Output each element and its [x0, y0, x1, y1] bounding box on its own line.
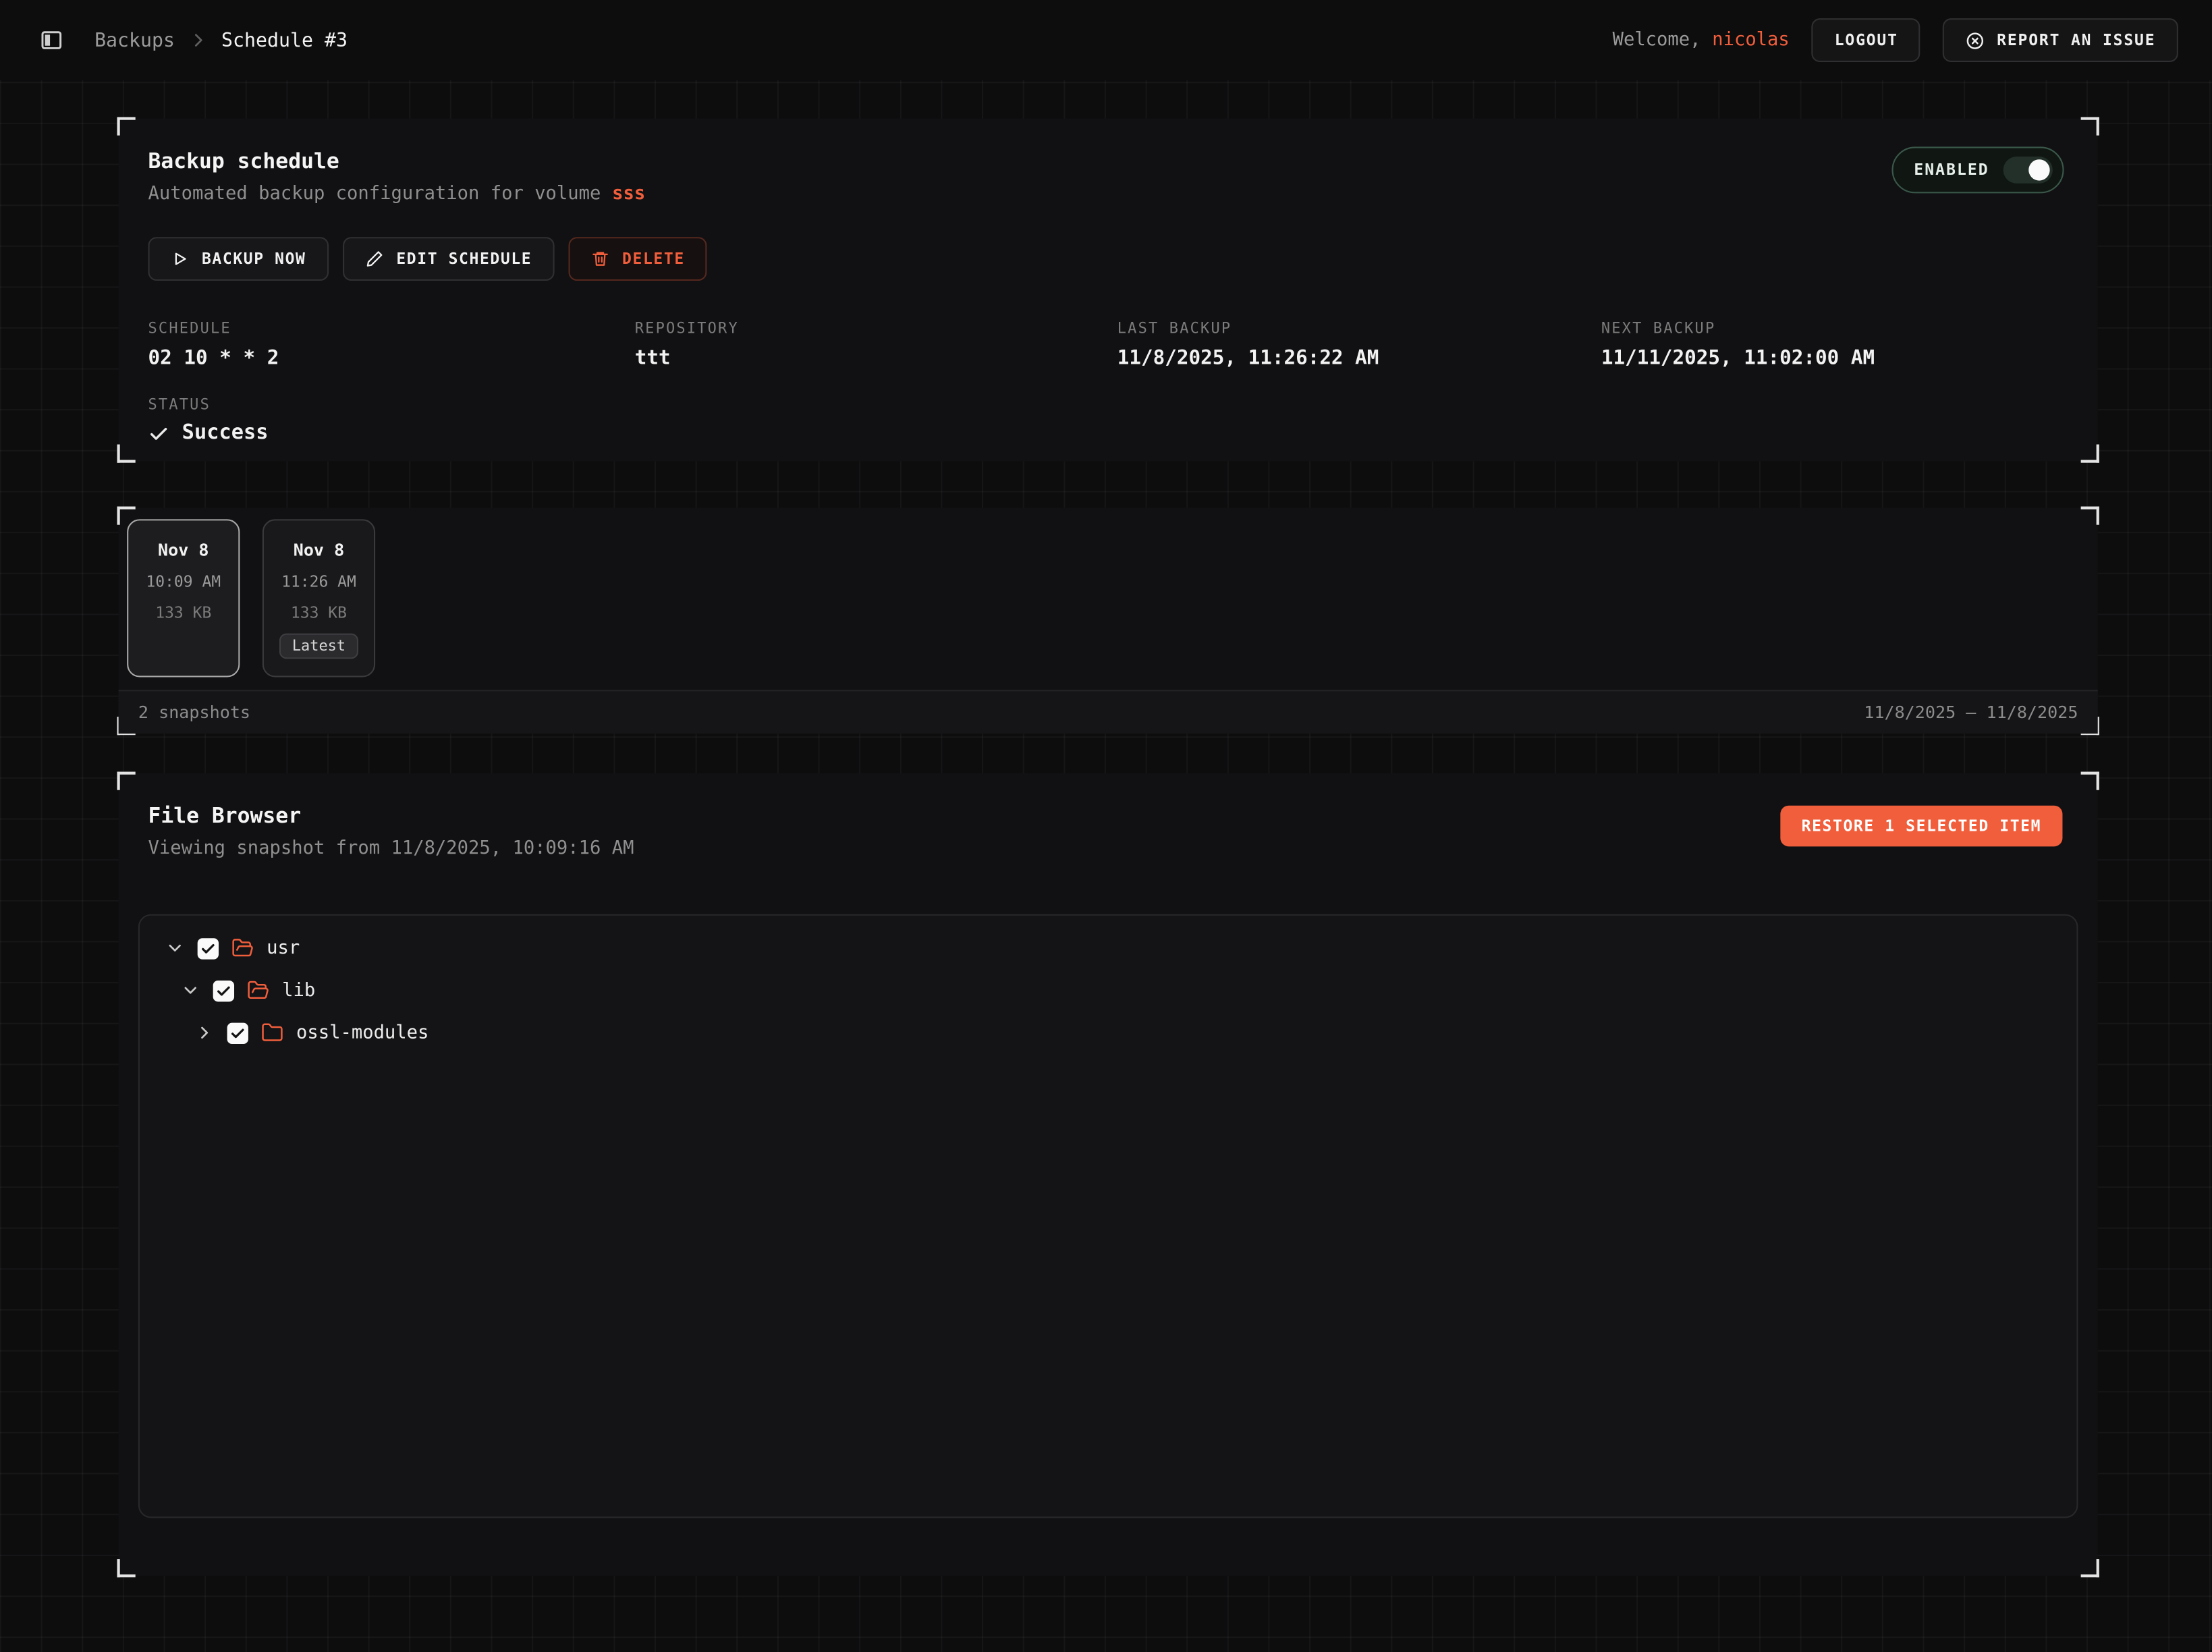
page: Backups Schedule #3 Welcome, nicolas LOGO…: [0, 0, 2212, 1652]
snapshot-date: Nov 8: [294, 541, 345, 560]
folder-open-icon: [247, 979, 269, 1001]
delete-button[interactable]: DELETE: [569, 237, 708, 281]
snapshot-size: 133 KB: [291, 604, 347, 622]
status-label: STATUS: [148, 396, 2068, 413]
panel-subtitle: Automated backup configuration for volum…: [148, 184, 2068, 204]
field-label: LAST BACKUP: [1117, 321, 1601, 337]
snapshot-time: 10:09 AM: [146, 573, 221, 591]
field-status: STATUS Success: [148, 396, 2068, 444]
snapshot-date: Nov 8: [158, 541, 209, 560]
snapshot-card[interactable]: Nov 8 10:09 AM 133 KB: [127, 519, 240, 677]
chevron-right-icon[interactable]: [195, 1023, 215, 1043]
logout-label: LOGOUT: [1835, 31, 1898, 49]
snapshot-card[interactable]: Nov 8 11:26 AM 133 KB Latest: [262, 519, 375, 677]
folder-name: lib: [282, 980, 315, 1001]
folder-name: ossl-modules: [296, 1022, 428, 1043]
report-issue-label: REPORT AN ISSUE: [1997, 31, 2155, 49]
chevron-down-icon[interactable]: [165, 938, 185, 958]
corner-bracket: [2081, 117, 2099, 136]
field-label: REPOSITORY: [635, 321, 1117, 337]
corner-bracket: [117, 772, 136, 790]
latest-badge: Latest: [279, 634, 358, 659]
logout-button[interactable]: LOGOUT: [1812, 18, 1920, 62]
enabled-label: ENABLED: [1914, 161, 1989, 179]
panel-title: Backup schedule: [148, 148, 2068, 174]
chevron-down-icon[interactable]: [181, 981, 200, 1000]
breadcrumb-backups[interactable]: Backups: [94, 29, 175, 51]
enabled-toggle[interactable]: ENABLED: [1891, 146, 2064, 193]
trash-icon: [591, 250, 609, 268]
snapshot-time: 11:26 AM: [281, 573, 356, 591]
subtitle-text: Automated backup configuration for volum…: [148, 184, 601, 204]
tree-row-lib[interactable]: lib: [148, 969, 2068, 1012]
tree-row-ossl-modules[interactable]: ossl-modules: [148, 1012, 2068, 1054]
corner-bracket: [117, 1559, 136, 1577]
welcome-prefix: Welcome,: [1613, 30, 1701, 51]
folder-name: usr: [267, 937, 300, 958]
play-icon: [171, 250, 189, 268]
status-text: Success: [182, 422, 269, 444]
field-value: 11/8/2025, 11:26:22 AM: [1117, 347, 1601, 369]
schedule-actions: BACKUP NOW EDIT SCHEDULE DELETE: [148, 237, 2068, 281]
welcome-text: Welcome, nicolas: [1613, 30, 1790, 51]
corner-bracket: [2081, 1559, 2099, 1577]
delete-label: DELETE: [622, 250, 685, 268]
restore-button[interactable]: RESTORE 1 SELECTED ITEM: [1780, 806, 2062, 847]
pencil-icon: [365, 250, 383, 268]
top-bar: Backups Schedule #3 Welcome, nicolas LOGO…: [0, 0, 2212, 80]
breadcrumb-current: Schedule #3: [221, 29, 348, 51]
checkbox-checked[interactable]: [213, 980, 234, 1001]
snapshot-cards: Nov 8 10:09 AM 133 KB Nov 8 11:26 AM 133…: [119, 508, 2098, 689]
field-label: SCHEDULE: [148, 321, 635, 337]
corner-bracket: [117, 117, 136, 136]
check-icon: [148, 422, 169, 443]
snapshot-count: 2 snapshots: [138, 703, 250, 722]
toggle-knob: [2028, 159, 2049, 180]
toggle-switch[interactable]: [2003, 157, 2053, 184]
backup-now-label: BACKUP NOW: [202, 250, 306, 268]
backup-schedule-panel: Backup schedule Automated backup configu…: [119, 119, 2098, 462]
volume-name: sss: [612, 184, 645, 204]
sidebar-toggle-button[interactable]: [34, 22, 69, 57]
folder-icon: [261, 1022, 283, 1044]
backup-now-button[interactable]: BACKUP NOW: [148, 237, 329, 281]
restore-label: RESTORE 1 SELECTED ITEM: [1802, 817, 2041, 835]
username: nicolas: [1712, 30, 1790, 51]
checkbox-checked[interactable]: [198, 937, 219, 958]
status-value: Success: [148, 422, 2068, 444]
folder-open-icon: [231, 937, 254, 959]
top-bar-right: Welcome, nicolas LOGOUT REPORT AN ISSUE: [1613, 18, 2178, 62]
field-value: 02 10 * * 2: [148, 347, 635, 369]
edit-schedule-label: EDIT SCHEDULE: [396, 250, 532, 268]
field-last-backup: LAST BACKUP 11/8/2025, 11:26:22 AM: [1117, 321, 1601, 370]
field-value: ttt: [635, 347, 1117, 369]
corner-bracket: [2081, 445, 2099, 463]
report-issue-button[interactable]: REPORT AN ISSUE: [1943, 18, 2178, 62]
edit-schedule-button[interactable]: EDIT SCHEDULE: [343, 237, 555, 281]
corner-bracket: [117, 445, 136, 463]
field-next-backup: NEXT BACKUP 11/11/2025, 11:02:00 AM: [1601, 321, 2068, 370]
field-repository: REPOSITORY ttt: [635, 321, 1117, 370]
checkbox-checked[interactable]: [227, 1022, 248, 1043]
snapshot-size: 133 KB: [155, 604, 211, 622]
field-label: NEXT BACKUP: [1601, 321, 2068, 337]
panel-left-icon: [40, 28, 64, 53]
report-issue-icon: [1966, 30, 1985, 50]
chevron-right-icon: [189, 31, 207, 49]
snapshots-footer: 2 snapshots 11/8/2025 – 11/8/2025: [119, 690, 2098, 734]
field-schedule: SCHEDULE 02 10 * * 2: [148, 321, 635, 370]
panel-subtitle: Viewing snapshot from 11/8/2025, 10:09:1…: [148, 838, 2068, 859]
field-value: 11/11/2025, 11:02:00 AM: [1601, 347, 2068, 369]
file-tree: usr lib: [138, 914, 2078, 1518]
breadcrumb: Backups Schedule #3: [94, 29, 348, 51]
snapshot-range: 11/8/2025 – 11/8/2025: [1864, 703, 2078, 722]
file-browser-panel: File Browser Viewing snapshot from 11/8/…: [119, 773, 2098, 1576]
corner-bracket: [2081, 772, 2099, 790]
tree-row-usr[interactable]: usr: [148, 927, 2068, 970]
schedule-fields: SCHEDULE 02 10 * * 2 REPOSITORY ttt LAST…: [148, 321, 2068, 370]
snapshots-panel: Nov 8 10:09 AM 133 KB Nov 8 11:26 AM 133…: [119, 508, 2098, 734]
